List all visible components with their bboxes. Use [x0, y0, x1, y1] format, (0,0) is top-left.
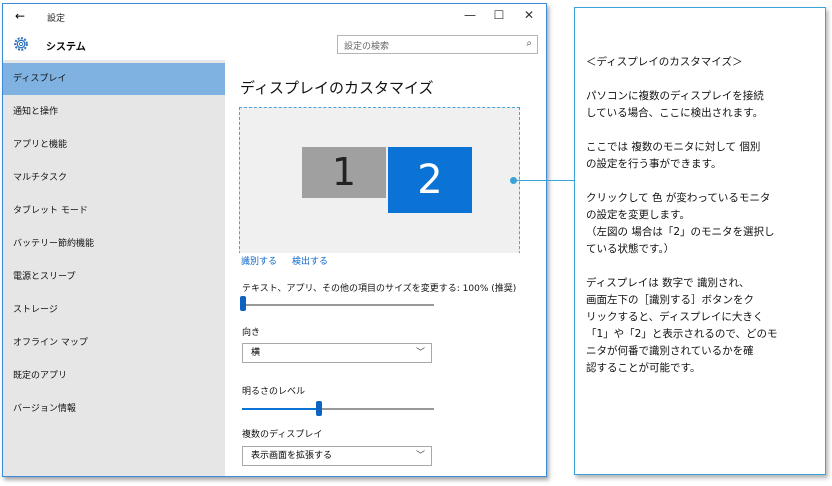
- monitor-2[interactable]: 2: [388, 147, 472, 213]
- annotation-line: （左図の 場合は「2」のモニタを選択し: [586, 226, 775, 238]
- detect-link[interactable]: 検出する: [292, 254, 328, 267]
- minimize-button[interactable]: —: [455, 8, 485, 22]
- annotation-line: ここでは 複数のモニタに対して 個別: [586, 141, 761, 153]
- section-title: システム: [46, 42, 86, 53]
- annotation-line: クリックして 色 が変わっているモニタ: [586, 192, 771, 204]
- title-bar: ← 設定 — ☐ ✕: [3, 4, 546, 30]
- brightness-label: 明るさのレベル: [242, 387, 306, 397]
- search-input[interactable]: 設定の検索 ⌕: [337, 35, 538, 54]
- settings-window: ← 設定 — ☐ ✕ システム 設定の検索 ⌕ ディスプレイ 通知と操作 アプリと機…: [2, 3, 547, 477]
- annotation-box: ＜ディスプレイのカスタマイズ＞ パソコンに複数のディスプレイを接続 している場合、こ…: [574, 7, 826, 475]
- sidebar-item[interactable]: バッテリー節約機能: [3, 228, 225, 260]
- connector-line: [516, 180, 574, 181]
- scale-slider-thumb[interactable]: [240, 296, 246, 311]
- annotation-line: ＜ディスプレイのカスタマイズ＞: [586, 56, 743, 68]
- identify-link[interactable]: 識別する: [241, 254, 277, 267]
- search-placeholder: 設定の検索: [344, 42, 390, 52]
- sidebar-item[interactable]: 電源とスリープ: [3, 261, 225, 293]
- annotation-line: 「1」や「2」と表示されるので、どのモ: [586, 328, 778, 340]
- annotation-line: 認することが可能です。: [586, 362, 701, 374]
- sidebar-item[interactable]: ディスプレイ: [3, 63, 225, 95]
- monitor-1[interactable]: 1: [302, 147, 386, 198]
- annotation-line: ている状態です。）: [586, 243, 675, 255]
- annotation-line: ニタが何番で識別されているかを確: [586, 345, 754, 357]
- monitor-links: 識別する 検出する: [239, 253, 520, 269]
- sidebar-item[interactable]: オフライン マップ: [3, 327, 225, 359]
- chevron-down-icon: ﹀: [415, 348, 425, 358]
- main-panel: ディスプレイのカスタマイズ 1 2 識別する 検出する テキスト、アプリ、その他…: [225, 60, 546, 476]
- sidebar-item[interactable]: 既定のアプリ: [3, 360, 225, 392]
- header: システム 設定の検索 ⌕: [3, 30, 546, 60]
- sidebar-item[interactable]: タブレット モード: [3, 195, 225, 227]
- annotation-line: している場合、ここに検出されます。: [586, 107, 764, 119]
- annotation-line: パソコンに複数のディスプレイを接続: [586, 90, 764, 102]
- search-icon[interactable]: ⌕: [526, 38, 532, 49]
- brightness-slider-thumb[interactable]: [315, 401, 322, 416]
- window-title: 設定: [47, 14, 66, 24]
- multi-display-label: 複数のディスプレイ: [242, 430, 323, 440]
- multi-display-value: 表示画面を拡張する: [251, 451, 333, 461]
- sidebar-item[interactable]: マルチタスク: [3, 162, 225, 194]
- orientation-select[interactable]: 横 ﹀: [242, 343, 432, 363]
- sidebar-item[interactable]: 通知と操作: [3, 96, 225, 128]
- sidebar-item[interactable]: アプリと機能: [3, 129, 225, 161]
- scale-label: テキスト、アプリ、その他の項目のサイズを変更する: 100% (推奨): [242, 284, 517, 294]
- maximize-button[interactable]: ☐: [484, 8, 514, 22]
- annotation-line: リックすると、ディスプレイに大きく: [586, 311, 764, 323]
- sidebar: ディスプレイ 通知と操作 アプリと機能 マルチタスク タブレット モード バッテリー節約機…: [3, 60, 225, 476]
- orientation-value: 横: [251, 348, 261, 358]
- orientation-label: 向き: [242, 328, 261, 338]
- monitor-arrangement[interactable]: 1 2: [239, 107, 520, 269]
- chevron-down-icon: ﹀: [415, 451, 425, 461]
- brightness-slider-fill: [242, 408, 319, 410]
- scale-slider-track[interactable]: [242, 304, 434, 306]
- gear-icon: [14, 37, 28, 51]
- close-button[interactable]: ✕: [514, 8, 544, 22]
- page-title: ディスプレイのカスタマイズ: [240, 79, 434, 97]
- annotation-line: ディスプレイは 数字で 識別され、: [586, 277, 750, 289]
- annotation-line: 画面左下の［識別する］ボタンをク: [586, 294, 754, 306]
- multi-display-select[interactable]: 表示画面を拡張する ﹀: [242, 446, 432, 466]
- annotation-line: の設定を行う事ができます。: [586, 158, 722, 170]
- sidebar-item[interactable]: ストレージ: [3, 294, 225, 326]
- sidebar-item[interactable]: バージョン情報: [3, 393, 225, 425]
- back-arrow-icon[interactable]: ←: [15, 9, 25, 23]
- annotation-line: の設定を変更します。: [586, 209, 690, 221]
